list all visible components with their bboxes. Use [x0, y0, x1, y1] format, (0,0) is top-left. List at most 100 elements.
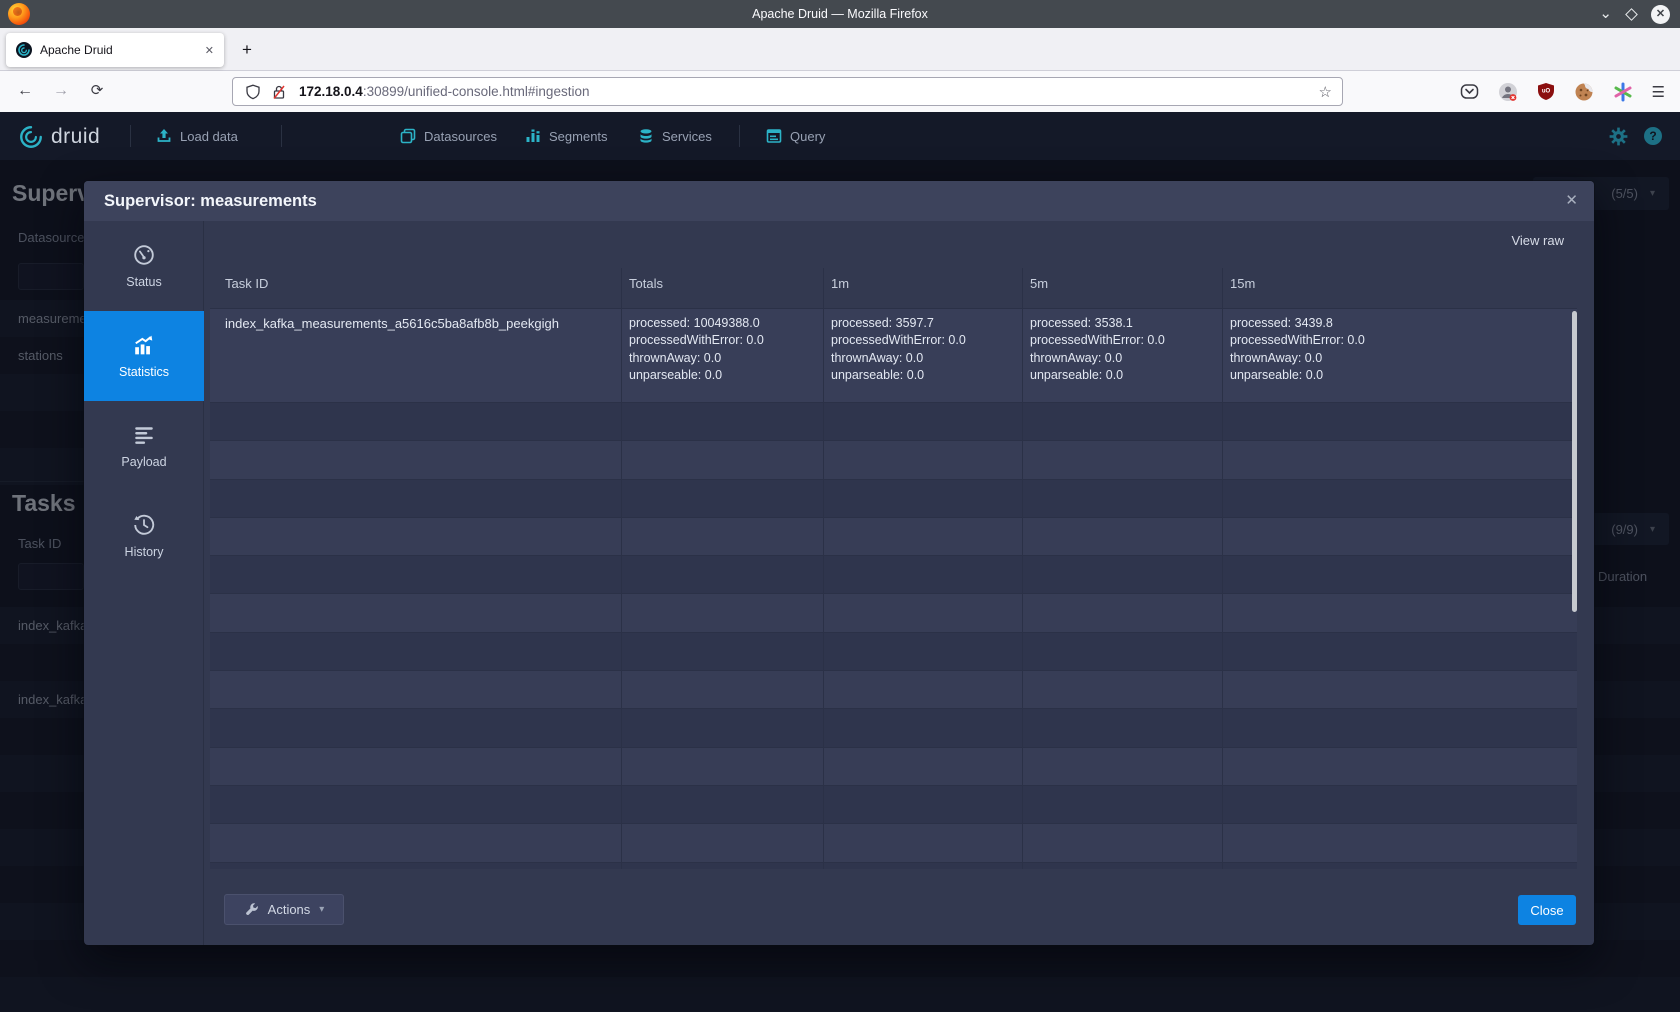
druid-brand[interactable]: druid: [18, 124, 100, 150]
window-close-icon[interactable]: ✕: [1651, 5, 1670, 24]
cell-totals: processed: 10049388.0 processedWithError…: [621, 309, 823, 402]
nav-separator: [130, 125, 131, 147]
actions-button[interactable]: Actions ▾: [224, 894, 344, 925]
sidebar-item-status[interactable]: Status: [84, 221, 204, 311]
table-row: [210, 785, 1577, 823]
page-content: Supervisors (5/5) ▾ Datasource measureme…: [0, 160, 1680, 1012]
sidebar-item-payload[interactable]: Payload: [84, 401, 204, 491]
sidebar-item-history[interactable]: History: [84, 491, 204, 581]
wrench-icon: [244, 902, 259, 917]
nav-item-label: Services: [662, 129, 712, 144]
column-header-1m: 1m: [823, 264, 1022, 308]
cell-15m: processed: 3439.8 processedWithError: 0.…: [1222, 309, 1577, 402]
druid-favicon-icon: [16, 42, 32, 58]
table-row: [210, 479, 1577, 517]
profile-extension-icon[interactable]: [1498, 82, 1518, 102]
ublock-icon[interactable]: uO: [1537, 82, 1555, 101]
nav-item-query[interactable]: Query: [766, 112, 825, 160]
modal-close-icon[interactable]: ✕: [1565, 181, 1578, 221]
close-button[interactable]: Close: [1518, 895, 1576, 925]
table-row: [210, 670, 1577, 708]
url-bar[interactable]: 172.18.0.4:30899/unified-console.html#in…: [232, 77, 1343, 106]
browser-tab[interactable]: Apache Druid ✕: [6, 33, 224, 67]
load-data-icon: [156, 128, 172, 144]
scrollbar-thumb[interactable]: [1572, 311, 1577, 612]
nav-item-services[interactable]: Services: [638, 112, 712, 160]
empty-rows: [210, 402, 1577, 869]
table-row: [210, 747, 1577, 785]
window-minimize-icon[interactable]: ⌄: [1599, 9, 1612, 19]
browser-toolbar: ← → ⟳ 172.18.0.4:30899/unified-console.h…: [0, 71, 1680, 112]
back-button[interactable]: ←: [10, 76, 40, 106]
status-gauge-icon: [133, 244, 155, 266]
column-divider: [621, 268, 622, 869]
column-header-5m: 5m: [1022, 264, 1222, 308]
gear-icon[interactable]: [1609, 127, 1628, 146]
svg-text:uO: uO: [1541, 89, 1550, 95]
screen: Apache Druid — Mozilla Firefox ⌄ ✕ Apach…: [0, 0, 1680, 1012]
datasources-icon: [400, 128, 416, 144]
sidebar-item-label: Statistics: [119, 365, 169, 379]
url-text[interactable]: 172.18.0.4:30899/unified-console.html#in…: [299, 84, 1319, 99]
modal-title: Supervisor: measurements: [104, 181, 317, 221]
new-tab-button[interactable]: +: [234, 37, 260, 63]
close-button-label: Close: [1530, 903, 1563, 918]
table-row: [210, 402, 1577, 440]
nav-item-load-data[interactable]: Load data: [156, 112, 238, 160]
nav-item-label: Load data: [180, 129, 238, 144]
nav-item-datasources[interactable]: Datasources: [400, 112, 497, 160]
caret-down-icon: ▾: [319, 904, 324, 915]
cell-1m: processed: 3597.7 processedWithError: 0.…: [823, 309, 1022, 402]
druid-logo-icon: [18, 124, 44, 150]
modal-header: Supervisor: measurements ✕: [84, 181, 1594, 221]
column-header-totals: Totals: [621, 264, 823, 308]
table-row: [210, 632, 1577, 670]
bookmark-star-icon[interactable]: ☆: [1319, 83, 1332, 101]
history-clock-icon: [133, 514, 155, 536]
nav-item-segments[interactable]: Segments: [525, 112, 608, 160]
tab-title: Apache Druid: [40, 43, 205, 57]
sidebar-item-label: History: [125, 545, 164, 559]
nav-separator: [739, 125, 740, 147]
sidebar-item-statistics[interactable]: Statistics: [84, 311, 204, 401]
column-divider: [1022, 268, 1023, 869]
window-maximize-icon[interactable]: [1625, 8, 1638, 21]
table-row: [210, 555, 1577, 593]
column-header-15m: 15m: [1222, 264, 1577, 308]
nav-item-label: Query: [790, 129, 825, 144]
druid-navbar: druid Load data Ingestion Datasou: [0, 112, 1680, 160]
insecure-lock-icon[interactable]: [271, 84, 287, 100]
cell-task-id: index_kafka_measurements_a5616c5ba8afb8b…: [210, 309, 621, 402]
query-icon: [766, 128, 782, 144]
view-raw-link[interactable]: View raw: [1511, 233, 1564, 248]
table-row-task[interactable]: index_kafka_measurements_a5616c5ba8afb8b…: [210, 308, 1577, 402]
nav-separator: [281, 125, 282, 147]
table-row: [210, 440, 1577, 478]
segments-icon: [525, 128, 541, 144]
hamburger-menu-icon[interactable]: ☰: [1652, 83, 1666, 101]
tracking-shield-icon[interactable]: [245, 84, 261, 100]
window-controls: ⌄ ✕: [1599, 0, 1670, 28]
modal-sidebar: Status Statistics: [84, 221, 204, 945]
supervisor-modal: Supervisor: measurements ✕ Status: [84, 181, 1594, 945]
cell-5m: processed: 3538.1 processedWithError: 0.…: [1022, 309, 1222, 402]
reload-button[interactable]: ⟳: [82, 76, 112, 106]
asterisk-extension-icon[interactable]: [1613, 82, 1633, 102]
druid-brand-label: druid: [51, 125, 100, 149]
payload-align-left-icon: [133, 424, 155, 446]
window-titlebar: Apache Druid — Mozilla Firefox ⌄ ✕: [0, 0, 1680, 28]
pocket-icon[interactable]: [1460, 83, 1479, 101]
sidebar-item-label: Status: [126, 275, 161, 289]
extension-icons: uO ☰: [1460, 71, 1666, 112]
window-title: Apache Druid — Mozilla Firefox: [0, 0, 1680, 28]
table-header-row: Task ID Totals 1m 5m 15m: [210, 264, 1577, 308]
url-path: :30899/unified-console.html#ingestion: [363, 84, 590, 99]
cookie-icon[interactable]: [1574, 82, 1594, 102]
column-divider: [1222, 268, 1223, 869]
table-row: [210, 708, 1577, 746]
help-icon[interactable]: ?: [1644, 127, 1662, 145]
forward-button[interactable]: →: [46, 76, 76, 106]
tab-close-icon[interactable]: ✕: [205, 44, 214, 57]
statistics-chart-icon: [133, 334, 155, 356]
column-header-task-id: Task ID: [210, 264, 621, 308]
